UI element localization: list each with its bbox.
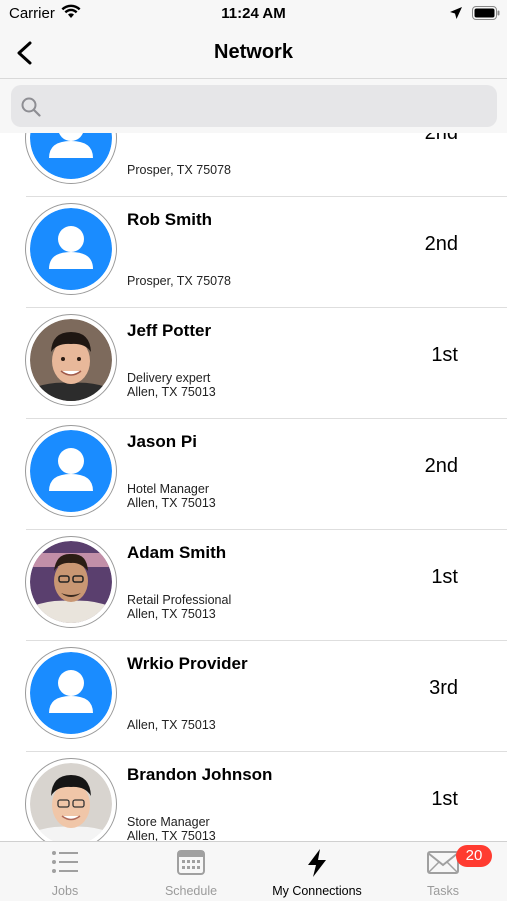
search-bar	[0, 79, 507, 133]
tab-jobs[interactable]: Jobs	[2, 842, 128, 901]
connection-degree: 1st	[431, 566, 458, 588]
connection-location: Allen, TX 75013	[127, 607, 216, 621]
tab-my-connections[interactable]: My Connections	[254, 842, 380, 901]
status-time: 11:24 AM	[221, 5, 286, 22]
connection-name: Brandon Johnson	[127, 765, 273, 784]
status-bar: Carrier 11:24 AM	[0, 0, 507, 28]
nav-bar: Network	[0, 28, 507, 79]
avatar	[25, 203, 117, 295]
person-photo-avatar	[30, 763, 112, 841]
tasks-badge: 20	[456, 845, 492, 867]
list-icon	[52, 851, 78, 873]
connection-location: Allen, TX 75013	[127, 385, 216, 399]
avatar	[25, 314, 117, 406]
placeholder-avatar-icon	[30, 133, 112, 179]
connection-row[interactable]: Prosper, TX 75078 2nd	[0, 133, 507, 197]
person-photo-avatar	[30, 541, 112, 623]
tab-label: Jobs	[51, 884, 79, 898]
connection-row[interactable]: Jeff Potter Delivery expert Allen, TX 75…	[0, 308, 507, 419]
calendar-icon	[177, 850, 205, 875]
connection-row[interactable]: Jason Pi Hotel Manager Allen, TX 75013 2…	[0, 419, 507, 530]
connection-row[interactable]: Wrkio Provider Allen, TX 75013 3rd	[0, 641, 507, 752]
connection-location: Allen, TX 75013	[127, 829, 216, 841]
page-title: Network	[214, 41, 293, 63]
connection-name: Wrkio Provider	[127, 654, 248, 673]
mail-icon	[427, 851, 459, 874]
connections-list[interactable]: Prosper, TX 75078 2nd Rob Smith Prosper,…	[0, 133, 507, 841]
tab-schedule[interactable]: Schedule	[128, 842, 254, 901]
connection-location: Allen, TX 75013	[127, 718, 216, 732]
connection-degree: 2nd	[424, 233, 458, 255]
placeholder-avatar-icon	[30, 208, 112, 290]
connection-row[interactable]: Rob Smith Prosper, TX 75078 2nd	[0, 197, 507, 308]
connection-degree: 1st	[431, 344, 458, 366]
connection-location: Prosper, TX 75078	[127, 274, 232, 288]
tab-bar: Jobs Schedule My Connections 20 Tasks	[0, 841, 507, 901]
connection-name: Jeff Potter	[127, 321, 212, 340]
tab-label: My Connections	[272, 884, 362, 898]
connection-row[interactable]: Adam Smith Retail Professional Allen, TX…	[0, 530, 507, 641]
search-input[interactable]	[11, 85, 497, 127]
tab-tasks[interactable]: 20 Tasks	[380, 842, 506, 901]
avatar	[25, 536, 117, 628]
avatar	[25, 758, 117, 841]
lightning-icon	[308, 849, 326, 877]
connection-location: Prosper, TX 75078	[127, 163, 232, 177]
connection-location: Allen, TX 75013	[127, 496, 216, 510]
connection-name: Jason Pi	[127, 432, 197, 451]
avatar	[25, 647, 117, 739]
connection-degree: 2nd	[424, 133, 458, 144]
person-photo-avatar	[30, 319, 112, 401]
connection-degree: 1st	[431, 788, 458, 810]
connection-name: Adam Smith	[127, 543, 227, 562]
connection-name: Rob Smith	[127, 210, 212, 229]
avatar	[25, 425, 117, 517]
avatar	[25, 133, 117, 184]
connection-degree: 3rd	[429, 677, 458, 699]
connection-title: Store Manager	[127, 815, 210, 829]
battery-icon	[472, 6, 500, 20]
connection-row[interactable]: Brandon Johnson Store Manager Allen, TX …	[0, 752, 507, 841]
connection-title: Retail Professional	[127, 593, 232, 607]
tab-label: Tasks	[427, 884, 459, 898]
search-icon	[21, 97, 41, 117]
placeholder-avatar-icon	[30, 652, 112, 734]
placeholder-avatar-icon	[30, 430, 112, 512]
connection-title: Hotel Manager	[127, 482, 209, 496]
tab-label: Schedule	[164, 884, 218, 898]
connection-degree: 2nd	[424, 455, 458, 477]
connection-title: Delivery expert	[127, 371, 211, 385]
location-arrow-icon	[450, 7, 462, 19]
